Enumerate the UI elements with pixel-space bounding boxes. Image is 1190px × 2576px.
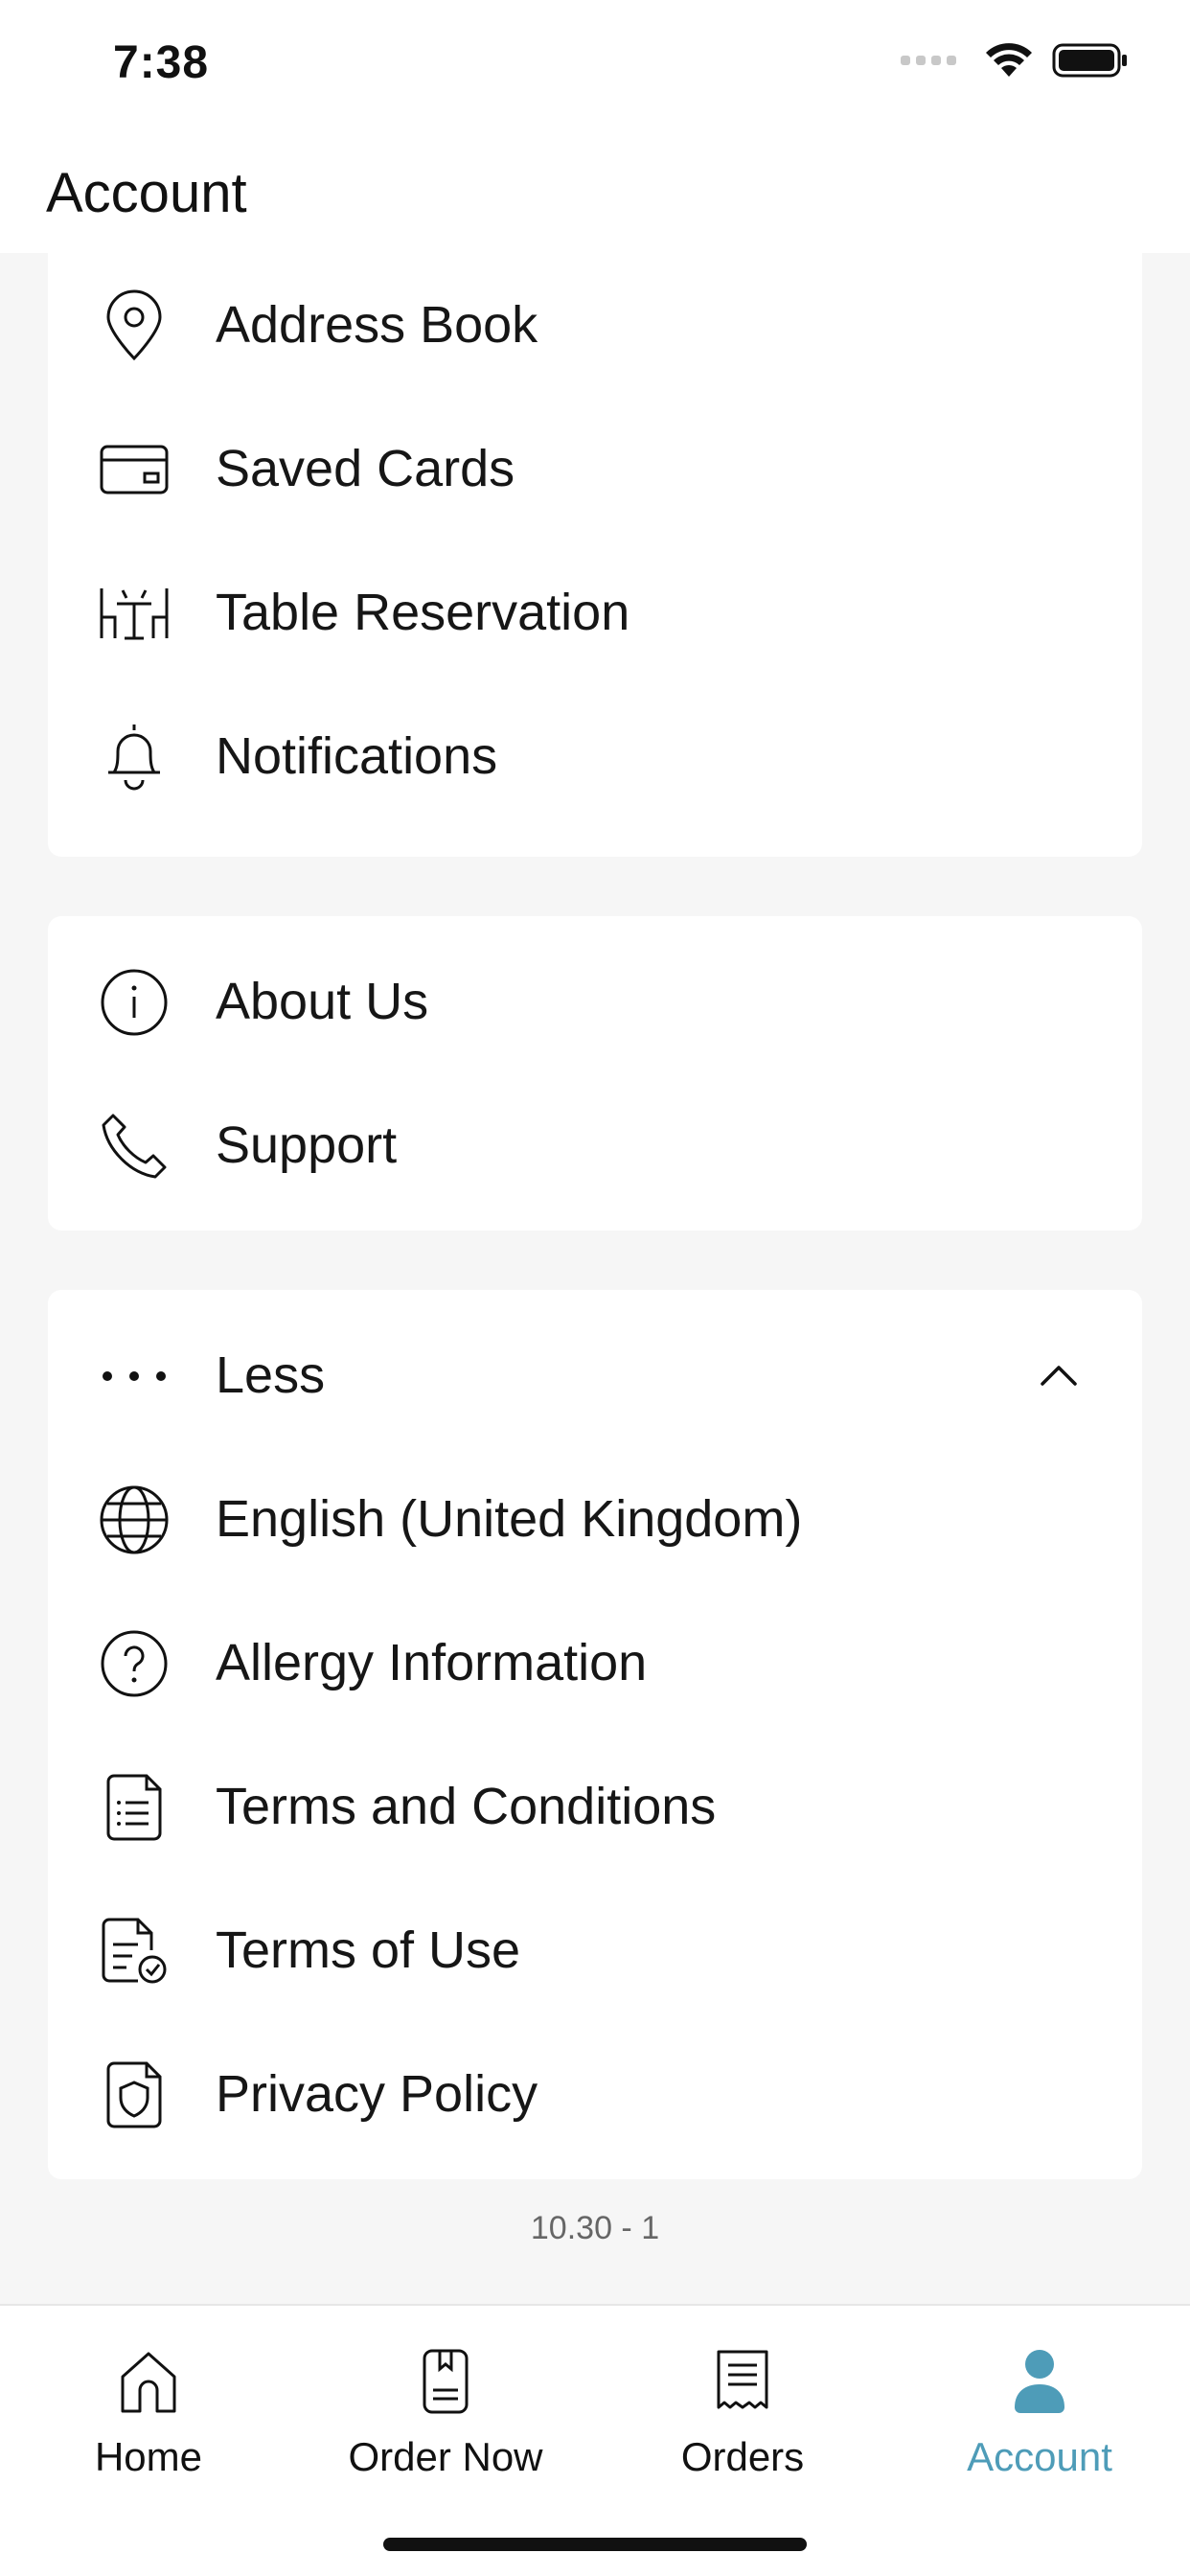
tab-label: Account <box>967 2434 1112 2479</box>
chevron-up-icon <box>1035 1351 1083 1399</box>
less-toggle[interactable]: Less <box>48 1303 1142 1447</box>
info-menu-card: About Us Support <box>48 916 1142 1230</box>
tab-order-now[interactable]: Order Now <box>297 2306 594 2497</box>
tab-orders[interactable]: Orders <box>594 2306 891 2497</box>
phone-icon <box>98 1110 171 1183</box>
status-icons <box>901 42 1129 79</box>
bell-icon <box>98 721 171 794</box>
tab-label: Order Now <box>348 2434 543 2479</box>
document-list-icon <box>98 1771 171 1844</box>
more-dots-icon <box>98 1340 171 1413</box>
status-time: 7:38 <box>113 37 210 88</box>
menu-item-label: Support <box>216 1116 398 1174</box>
menu-item-label: Table Reservation <box>216 584 630 641</box>
menu-item-label: Notifications <box>216 727 498 785</box>
page-title: Account <box>46 162 247 224</box>
menu-item-terms-of-use[interactable]: Terms of Use <box>48 1878 1142 2022</box>
menu-item-label: Terms of Use <box>216 1921 521 1979</box>
menu-book-icon <box>412 2348 479 2415</box>
tab-home[interactable]: Home <box>0 2306 297 2497</box>
tab-label: Orders <box>680 2434 805 2479</box>
home-indicator <box>383 2538 807 2551</box>
signal-icon <box>901 56 956 65</box>
account-menu-card: Address Book Saved Cards Table Reservati… <box>48 253 1142 857</box>
location-pin-icon <box>98 289 171 362</box>
battery-icon <box>1052 43 1127 78</box>
menu-item-language[interactable]: English (United Kingdom) <box>48 1447 1142 1591</box>
menu-item-notifications[interactable]: Notifications <box>48 684 1142 828</box>
receipt-icon <box>709 2348 776 2415</box>
menu-item-privacy-policy[interactable]: Privacy Policy <box>48 2022 1142 2166</box>
more-menu-card: Less English (United Kingdom) Allergy In… <box>48 1290 1142 2179</box>
menu-item-label: About Us <box>216 973 429 1030</box>
wifi-icon <box>986 43 1032 77</box>
user-icon <box>1006 2348 1073 2415</box>
menu-item-saved-cards[interactable]: Saved Cards <box>48 397 1142 540</box>
menu-item-label: English (United Kingdom) <box>216 1490 803 1548</box>
info-icon <box>98 966 171 1039</box>
menu-item-allergy-information[interactable]: Allergy Information <box>48 1591 1142 1735</box>
credit-card-icon <box>98 433 171 506</box>
menu-item-label: Terms and Conditions <box>216 1778 717 1835</box>
menu-item-terms-and-conditions[interactable]: Terms and Conditions <box>48 1735 1142 1878</box>
status-bar: 7:38 <box>0 0 1190 144</box>
shield-document-icon <box>98 2058 171 2131</box>
app-version: 10.30 - 1 <box>530 2210 660 2246</box>
page-header: Account <box>0 144 1190 253</box>
question-icon <box>98 1627 171 1700</box>
menu-item-about-us[interactable]: About Us <box>48 930 1142 1073</box>
menu-item-address-book[interactable]: Address Book <box>48 253 1142 397</box>
document-check-icon <box>98 1915 171 1988</box>
menu-item-table-reservation[interactable]: Table Reservation <box>48 540 1142 684</box>
menu-item-label: Saved Cards <box>216 440 515 497</box>
menu-item-label: Address Book <box>216 296 538 354</box>
menu-item-label: Privacy Policy <box>216 2065 538 2123</box>
less-toggle-label: Less <box>216 1346 326 1404</box>
menu-item-label: Allergy Information <box>216 1634 648 1691</box>
home-icon <box>115 2348 182 2415</box>
tab-bar: Home Order Now Orders Account <box>0 2304 1190 2576</box>
globe-icon <box>98 1484 171 1556</box>
menu-item-support[interactable]: Support <box>48 1073 1142 1217</box>
tab-account[interactable]: Account <box>891 2306 1188 2497</box>
table-chairs-icon <box>98 577 171 650</box>
tab-label: Home <box>94 2434 203 2479</box>
